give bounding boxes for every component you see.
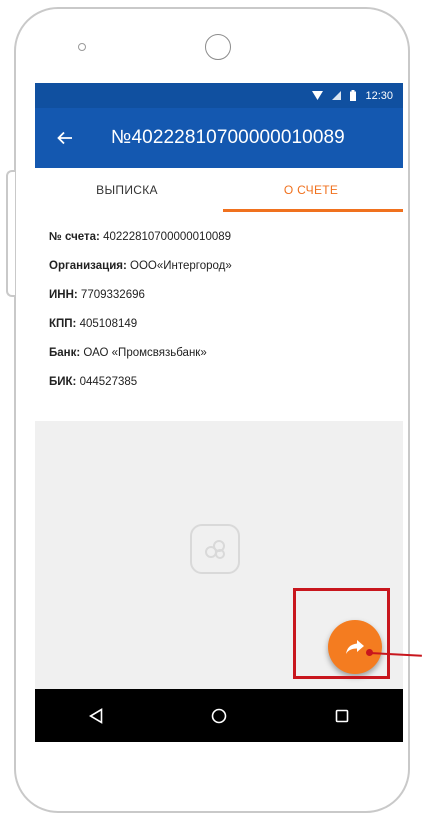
signal-icon (332, 91, 342, 100)
back-button[interactable] (43, 108, 87, 168)
detail-label: БИК: (49, 376, 77, 388)
detail-value: ОАО «Промсвязьбанк» (83, 347, 207, 359)
detail-row-account-number: № счета: 40222810700000010089 (49, 226, 403, 255)
nav-back-button[interactable] (76, 696, 116, 736)
detail-label: КПП: (49, 318, 77, 330)
detail-label: Организация: (49, 260, 127, 272)
detail-value: 40222810700000010089 (103, 231, 232, 243)
nav-home-button[interactable] (199, 696, 239, 736)
status-bar: 12:30 (35, 83, 403, 108)
nav-recent-button[interactable] (322, 696, 362, 736)
arrow-left-icon (57, 131, 72, 145)
system-nav-bar (35, 689, 403, 742)
phone-camera (205, 34, 231, 60)
annotation-highlight-box (293, 588, 390, 679)
detail-value: 405108149 (79, 318, 138, 330)
detail-label: Банк: (49, 347, 81, 359)
detail-row-organization: Организация: ООО«Интергород» (49, 255, 403, 284)
detail-value: 7709332696 (80, 289, 145, 301)
phone-side-button (6, 170, 15, 297)
detail-value: ООО«Интергород» (130, 260, 232, 272)
status-time: 12:30 (365, 89, 393, 102)
page-title: №40222810700000010089 (111, 127, 345, 148)
detail-label: № счета: (49, 231, 100, 243)
account-details-card: № счета: 40222810700000010089 Организаци… (35, 212, 403, 421)
wifi-icon (312, 91, 324, 100)
square-recent-icon (335, 709, 348, 722)
phone-sensor (78, 43, 86, 51)
app-bar: №40222810700000010089 (35, 108, 403, 168)
tab-statement[interactable]: ВЫПИСКА (35, 168, 219, 212)
detail-row-bik: БИК: 044527385 (49, 371, 403, 400)
triangle-back-icon (89, 707, 103, 724)
battery-icon (350, 90, 357, 101)
detail-row-inn: ИНН: 7709332696 (49, 284, 403, 313)
logo-watermark-icon (190, 524, 240, 574)
detail-label: ИНН: (49, 289, 78, 301)
detail-row-kpp: КПП: 405108149 (49, 313, 403, 342)
tab-bar: ВЫПИСКА О СЧЕТЕ (35, 168, 403, 213)
tab-account-info[interactable]: О СЧЕТЕ (219, 168, 403, 212)
detail-row-bank: Банк: ОАО «Промсвязьбанк» (49, 342, 403, 371)
circle-home-icon (211, 708, 227, 723)
detail-value: 044527385 (79, 376, 138, 388)
